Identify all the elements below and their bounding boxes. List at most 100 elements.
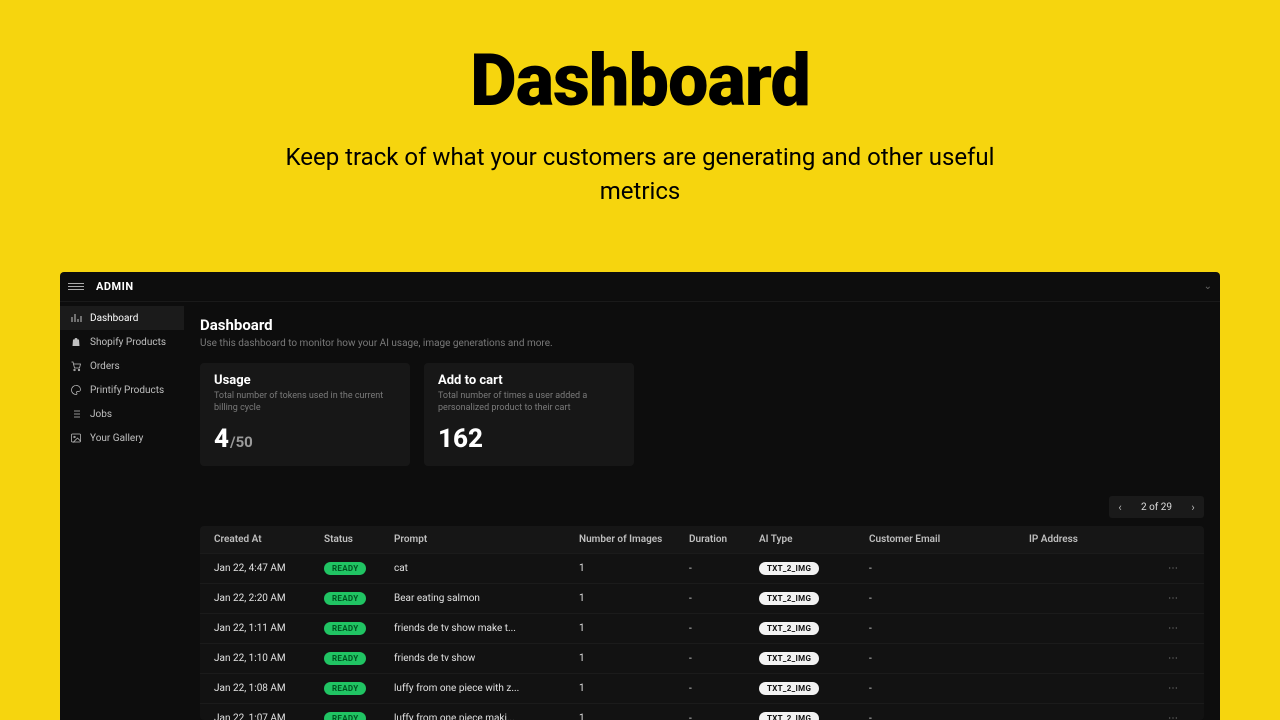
sidebar-item-label: Your Gallery: [90, 433, 143, 444]
cell-email: -: [869, 683, 1029, 694]
cell-ai-type: TXT_2_IMG: [759, 622, 869, 635]
col-prompt[interactable]: Prompt: [394, 534, 579, 545]
bag-icon: [70, 336, 82, 348]
table-row[interactable]: Jan 22, 2:20 AMREADYBear eating salmon1-…: [200, 583, 1204, 613]
row-actions-button[interactable]: ⋯: [1149, 623, 1179, 634]
cell-duration: -: [689, 653, 759, 664]
add-to-cart-title: Add to cart: [438, 373, 620, 388]
cell-status: READY: [324, 652, 394, 665]
sidebar-item-jobs[interactable]: Jobs: [60, 402, 184, 426]
titlebar: ADMIN ⌄: [60, 272, 1220, 302]
cell-images: 1: [579, 563, 689, 574]
hero-subtitle: Keep track of what your customers are ge…: [260, 141, 1020, 208]
ai-type-badge: TXT_2_IMG: [759, 592, 819, 605]
table-row[interactable]: Jan 22, 1:08 AMREADY luffy from one piece…: [200, 673, 1204, 703]
cell-ai-type: TXT_2_IMG: [759, 592, 869, 605]
cell-duration: -: [689, 683, 759, 694]
ai-type-badge: TXT_2_IMG: [759, 682, 819, 695]
row-actions-button[interactable]: ⋯: [1149, 563, 1179, 574]
list-icon: [70, 408, 82, 420]
col-number-images[interactable]: Number of Images: [579, 534, 689, 545]
table-row[interactable]: Jan 22, 1:11 AMREADYfriends de tv show m…: [200, 613, 1204, 643]
cell-images: 1: [579, 683, 689, 694]
bars-icon: [70, 312, 82, 324]
image-icon: [70, 432, 82, 444]
cell-ai-type: TXT_2_IMG: [759, 682, 869, 695]
cell-duration: -: [689, 593, 759, 604]
status-badge: READY: [324, 682, 366, 695]
usage-card-desc: Total number of tokens used in the curre…: [214, 390, 396, 414]
sidebar-item-your-gallery[interactable]: Your Gallery: [60, 426, 184, 450]
row-actions-button[interactable]: ⋯: [1149, 683, 1179, 694]
sidebar: Dashboard Shopify Products Orders Printi…: [60, 302, 184, 720]
cell-email: -: [869, 623, 1029, 634]
cell-status: READY: [324, 712, 394, 720]
cell-images: 1: [579, 713, 689, 720]
cell-images: 1: [579, 623, 689, 634]
col-duration[interactable]: Duration: [689, 534, 759, 545]
usage-card-title: Usage: [214, 373, 396, 388]
cell-status: READY: [324, 682, 394, 695]
cell-images: 1: [579, 653, 689, 664]
col-created-at[interactable]: Created At: [214, 534, 324, 545]
palette-icon: [70, 384, 82, 396]
row-actions-button[interactable]: ⋯: [1149, 713, 1179, 720]
hamburger-icon[interactable]: [68, 283, 84, 290]
ai-type-badge: TXT_2_IMG: [759, 622, 819, 635]
cell-prompt: luffy from one piece maki...: [394, 713, 579, 720]
cell-prompt: luffy from one piece with z...: [394, 683, 579, 694]
chevron-down-icon[interactable]: ⌄: [1204, 281, 1212, 292]
col-customer-email[interactable]: Customer Email: [869, 534, 1029, 545]
sidebar-item-dashboard[interactable]: Dashboard: [60, 306, 184, 330]
cell-email: -: [869, 593, 1029, 604]
cell-prompt: Bear eating salmon: [394, 593, 579, 604]
usage-card: Usage Total number of tokens used in the…: [200, 363, 410, 466]
app-name: ADMIN: [96, 280, 134, 293]
sidebar-item-label: Dashboard: [90, 313, 138, 324]
cell-duration: -: [689, 563, 759, 574]
status-badge: READY: [324, 652, 366, 665]
cell-created-at: Jan 22, 1:08 AM: [214, 683, 324, 694]
cell-duration: -: [689, 623, 759, 634]
cell-duration: -: [689, 713, 759, 720]
status-badge: READY: [324, 592, 366, 605]
table-row[interactable]: Jan 22, 4:47 AMREADYcat1-TXT_2_IMG-⋯: [200, 553, 1204, 583]
cell-prompt: friends de tv show make t...: [394, 623, 579, 634]
page-next-button[interactable]: ›: [1182, 496, 1204, 518]
add-to-cart-value: 162: [438, 424, 620, 454]
cell-status: READY: [324, 562, 394, 575]
usage-value: 4: [214, 424, 229, 454]
cart-icon: [70, 360, 82, 372]
table-header: Created At Status Prompt Number of Image…: [200, 526, 1204, 553]
page-indicator: 2 of 29: [1131, 496, 1182, 518]
sidebar-item-label: Printify Products: [90, 385, 164, 396]
pagination: ‹ 2 of 29 ›: [200, 496, 1204, 518]
status-badge: READY: [324, 622, 366, 635]
sidebar-item-label: Jobs: [90, 409, 112, 420]
generations-table: Created At Status Prompt Number of Image…: [200, 526, 1204, 720]
col-status[interactable]: Status: [324, 534, 394, 545]
main-content: Dashboard Use this dashboard to monitor …: [184, 302, 1220, 720]
hero-title: Dashboard: [470, 38, 810, 123]
page-prev-button[interactable]: ‹: [1109, 496, 1131, 518]
ai-type-badge: TXT_2_IMG: [759, 712, 819, 720]
admin-app-window: ADMIN ⌄ Dashboard Shopify Products Order…: [60, 272, 1220, 720]
row-actions-button[interactable]: ⋯: [1149, 653, 1179, 664]
sidebar-item-printify-products[interactable]: Printify Products: [60, 378, 184, 402]
col-ip-address[interactable]: IP Address: [1029, 534, 1149, 545]
cell-created-at: Jan 22, 4:47 AM: [214, 563, 324, 574]
row-actions-button[interactable]: ⋯: [1149, 593, 1179, 604]
cell-email: -: [869, 713, 1029, 720]
sidebar-item-label: Shopify Products: [90, 337, 166, 348]
cell-email: -: [869, 563, 1029, 574]
cell-email: -: [869, 653, 1029, 664]
sidebar-item-label: Orders: [90, 361, 120, 372]
cell-status: READY: [324, 622, 394, 635]
status-badge: READY: [324, 712, 366, 720]
table-row[interactable]: Jan 22, 1:07 AMREADYluffy from one piece…: [200, 703, 1204, 720]
usage-metric: 4/50: [214, 424, 396, 454]
table-row[interactable]: Jan 22, 1:10 AMREADYfriends de tv show1-…: [200, 643, 1204, 673]
sidebar-item-orders[interactable]: Orders: [60, 354, 184, 378]
sidebar-item-shopify-products[interactable]: Shopify Products: [60, 330, 184, 354]
col-ai-type[interactable]: AI Type: [759, 534, 869, 545]
